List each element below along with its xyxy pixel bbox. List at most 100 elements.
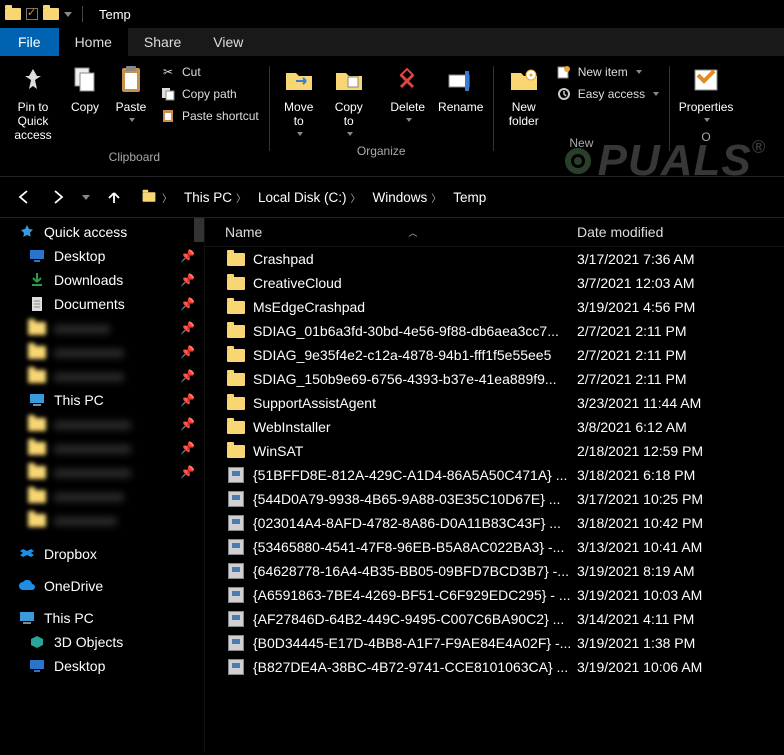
sidebar-item-blurred[interactable]: xxxxxxxxx	[0, 508, 205, 532]
file-row[interactable]: {64628778-16A4-4B35-BB05-09BFD7BCD3B7} -…	[205, 559, 784, 583]
paste-shortcut-button[interactable]: Paste shortcut	[158, 106, 261, 126]
file-row[interactable]: {53465880-4541-47F8-96EB-B5A8AC022BA3} -…	[205, 535, 784, 559]
folder-icon	[227, 373, 245, 386]
sidebar-item-blurred[interactable]: xxxxxxxxxx📌	[0, 364, 205, 388]
sidebar-desktop[interactable]: Desktop📌	[0, 244, 205, 268]
file-row[interactable]: Crashpad3/17/2021 7:36 AM	[205, 247, 784, 271]
file-row[interactable]: {B0D34445-E17D-4BB8-A1F7-F9AE84E4A02F} -…	[205, 631, 784, 655]
tab-home[interactable]: Home	[59, 28, 128, 56]
sidebar-desktop2[interactable]: Desktop	[0, 654, 205, 678]
pin-to-quick-access-button[interactable]: Pin to Quick access	[4, 60, 62, 146]
tab-file[interactable]: File	[0, 28, 59, 56]
file-row[interactable]: WebInstaller3/8/2021 6:12 AM	[205, 415, 784, 439]
properties-button[interactable]: Properties	[674, 60, 738, 126]
tab-share[interactable]: Share	[128, 28, 197, 56]
breadcrumb-temp[interactable]: Temp	[447, 190, 492, 205]
copy-button[interactable]: Copy	[62, 60, 108, 118]
pin-icon: 📌	[180, 417, 195, 431]
new-folder-icon: ✦	[508, 64, 540, 96]
cut-button[interactable]: ✂Cut	[158, 62, 261, 82]
sidebar-item-blurred[interactable]: xxxxxxxxxxx📌	[0, 460, 205, 484]
paste-button[interactable]: Paste	[108, 60, 154, 126]
new-item-button[interactable]: New item	[554, 62, 661, 82]
file-row[interactable]: {AF27846D-64B2-449C-9495-C007C6BA90C2} .…	[205, 607, 784, 631]
file-row[interactable]: SDIAG_150b9e69-6756-4393-b37e-41ea889f9.…	[205, 367, 784, 391]
folder-icon	[28, 512, 46, 528]
sidebar-quick-access[interactable]: Quick access	[0, 220, 205, 244]
sidebar-onedrive[interactable]: OneDrive	[0, 574, 205, 598]
column-header-name[interactable]: Name︿	[225, 224, 577, 240]
group-organize: Move to Copy to Delete Rename Organize	[270, 60, 493, 175]
new-folder-button[interactable]: ✦ New folder	[498, 60, 550, 132]
file-row[interactable]: MsEdgeCrashpad3/19/2021 4:56 PM	[205, 295, 784, 319]
folder-icon	[227, 397, 245, 410]
file-row[interactable]: SDIAG_01b6a3fd-30bd-4e56-9f88-db6aea3cc7…	[205, 319, 784, 343]
sidebar-item-blurred[interactable]: xxxxxxxxxxx📌	[0, 436, 205, 460]
file-row[interactable]: {A6591863-7BE4-4269-BF51-C6F929EDC295} -…	[205, 583, 784, 607]
sidebar-this-pc-pinned[interactable]: This PC📌	[0, 388, 205, 412]
copy-to-button[interactable]: Copy to	[324, 60, 374, 140]
address-bar[interactable]: 〉 This PC〉 Local Disk (C:)〉 Windows〉 Tem…	[134, 184, 774, 210]
file-row[interactable]: WinSAT2/18/2021 12:59 PM	[205, 439, 784, 463]
file-icon	[228, 491, 244, 507]
file-date: 3/18/2021 6:18 PM	[577, 467, 784, 483]
dropbox-icon	[18, 546, 36, 562]
sidebar-item-blurred[interactable]: xxxxxxxxxxx📌	[0, 412, 205, 436]
scrollbar-thumb[interactable]	[194, 218, 204, 242]
this-pc-icon	[18, 610, 36, 626]
up-button[interactable]	[100, 183, 128, 211]
group-new: ✦ New folder New item Easy access New	[494, 60, 669, 175]
file-name: CreativeCloud	[253, 275, 577, 291]
breadcrumb-local-disk[interactable]: Local Disk (C:)〉	[252, 190, 367, 205]
sidebar-item-blurred[interactable]: xxxxxxxx📌	[0, 316, 205, 340]
file-row[interactable]: {B827DE4A-38BC-4B72-9741-CCE8101063CA} .…	[205, 655, 784, 679]
copy-path-button[interactable]: Copy path	[158, 84, 261, 104]
sidebar-3d-objects[interactable]: 3D Objects	[0, 630, 205, 654]
file-row[interactable]: SupportAssistAgent3/23/2021 11:44 AM	[205, 391, 784, 415]
forward-button[interactable]	[44, 183, 72, 211]
sidebar-downloads[interactable]: Downloads📌	[0, 268, 205, 292]
rename-button[interactable]: Rename	[433, 60, 489, 118]
breadcrumb-root[interactable]: 〉	[134, 189, 178, 205]
properties-icon	[690, 64, 722, 96]
qat-checkbox-icon[interactable]	[26, 8, 38, 20]
file-list[interactable]: Name︿ Date modified Crashpad3/17/2021 7:…	[205, 218, 784, 753]
file-date: 3/18/2021 10:42 PM	[577, 515, 784, 531]
move-to-button[interactable]: Move to	[274, 60, 324, 140]
file-row[interactable]: SDIAG_9e35f4e2-c12a-4878-94b1-fff1f5e55e…	[205, 343, 784, 367]
tab-view[interactable]: View	[197, 28, 259, 56]
file-row[interactable]: {544D0A79-9938-4B65-9A88-03E35C10D67E} .…	[205, 487, 784, 511]
delete-button[interactable]: Delete	[383, 60, 433, 126]
ribbon-tabs: File Home Share View	[0, 28, 784, 56]
file-name: {53465880-4541-47F8-96EB-B5A8AC022BA3} -…	[253, 539, 577, 555]
folder-icon	[28, 320, 46, 336]
sort-indicator-icon: ︿	[408, 226, 417, 239]
qat-folder-icon	[42, 5, 60, 23]
file-row[interactable]: {023014A4-8AFD-4782-8A86-D0A11B83C43F} .…	[205, 511, 784, 535]
column-header-date[interactable]: Date modified	[577, 224, 784, 240]
folder-icon	[227, 349, 245, 362]
sidebar-item-blurred[interactable]: xxxxxxxxxx📌	[0, 340, 205, 364]
navigation-pane[interactable]: Quick access Desktop📌 Downloads📌 Documen…	[0, 218, 205, 753]
file-row[interactable]: CreativeCloud3/7/2021 12:03 AM	[205, 271, 784, 295]
file-date: 3/19/2021 1:38 PM	[577, 635, 784, 651]
folder-icon	[227, 301, 245, 314]
file-row[interactable]: {51BFFD8E-812A-429C-A1D4-86A5A50C471A} .…	[205, 463, 784, 487]
chevron-down-icon	[82, 195, 90, 200]
qat-dropdown-icon[interactable]	[64, 12, 72, 17]
sidebar-dropbox[interactable]: Dropbox	[0, 542, 205, 566]
breadcrumb-windows[interactable]: Windows〉	[367, 190, 448, 205]
sidebar-item-blurred[interactable]: xxxxxxxxxx	[0, 484, 205, 508]
new-item-icon	[556, 64, 572, 80]
recent-locations-button[interactable]	[78, 183, 94, 211]
sidebar-this-pc[interactable]: This PC	[0, 606, 205, 630]
back-button[interactable]	[10, 183, 38, 211]
file-name: {AF27846D-64B2-449C-9495-C007C6BA90C2} .…	[253, 611, 577, 627]
file-icon	[228, 467, 244, 483]
document-icon	[28, 296, 46, 312]
pin-icon: 📌	[180, 441, 195, 455]
breadcrumb-this-pc[interactable]: This PC〉	[178, 190, 252, 205]
easy-access-button[interactable]: Easy access	[554, 84, 661, 104]
this-pc-icon	[28, 392, 46, 408]
sidebar-documents[interactable]: Documents📌	[0, 292, 205, 316]
